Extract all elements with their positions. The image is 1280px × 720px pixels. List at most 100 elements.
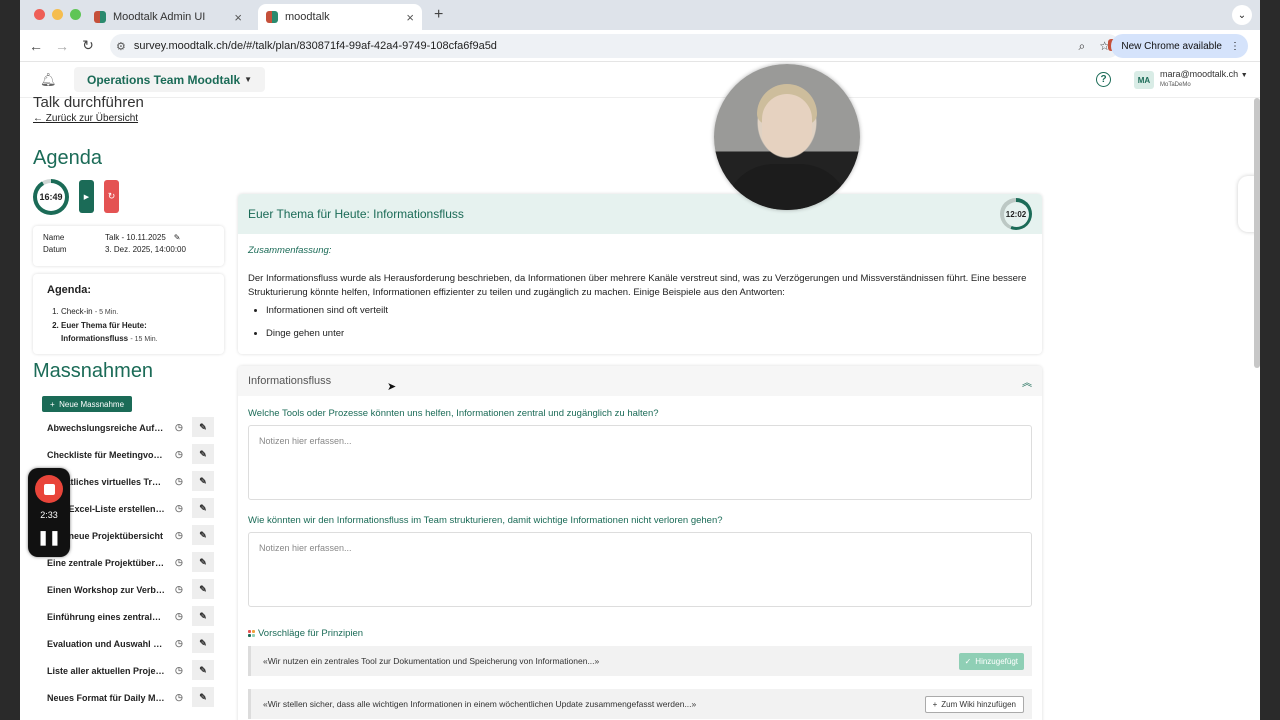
massnahme-item[interactable]: Einführung eines zentralen Tools ◷ ✎ (33, 603, 224, 630)
edit-pencil-icon[interactable]: ✎ (192, 417, 214, 437)
massnahme-title: Checkliste für Meetingvorbereitung (47, 449, 165, 460)
name-label: Name (43, 233, 65, 242)
bell-icon[interactable]: 🔔︎ (40, 72, 57, 88)
browser-window: Moodtalk Admin UI × moodtalk × + ⌄ ← → ↻… (20, 0, 1260, 720)
stop-recording-button[interactable] (35, 475, 63, 503)
summary-text: Der Informationsfluss wurde als Herausfo… (248, 273, 1027, 298)
clock-icon[interactable]: ◷ (175, 584, 183, 595)
clock-icon[interactable]: ◷ (175, 422, 183, 433)
clock-icon[interactable]: ◷ (175, 449, 183, 460)
massnahme-item[interactable]: Checkliste für Meetingvorbereitung ◷ ✎ (33, 441, 224, 468)
reset-button[interactable]: ↻ (104, 180, 119, 213)
add-to-wiki-button[interactable]: + Zum Wiki hinzufügen (924, 695, 1024, 713)
stop-icon (43, 483, 55, 495)
edit-pencil-icon[interactable]: ✎ (192, 552, 214, 572)
added-label: Hinzugefügt (975, 656, 1018, 666)
edit-pencil-icon[interactable]: ✎ (192, 606, 214, 626)
massnahme-title: Neues Format für Daily Meetings (47, 692, 165, 703)
informationsfluss-card: Informationsfluss ︽ Welche Tools oder Pr… (238, 366, 1042, 720)
agenda-heading: Agenda (33, 147, 102, 169)
caret-down-icon: ▼ (1240, 72, 1248, 79)
massnahme-item[interactable]: Evaluation und Auswahl eines Tools ◷ ✎ (33, 630, 224, 657)
mouse-cursor-icon: ➤ (387, 381, 397, 393)
check-icon: ✓ (964, 656, 972, 666)
edit-pencil-icon[interactable]: ✎ (192, 444, 214, 464)
edit-pencil-icon[interactable]: ✎ (192, 687, 214, 707)
zoom-window-button[interactable] (70, 9, 81, 20)
browser-tab-moodtalk[interactable]: moodtalk × (258, 4, 422, 30)
new-tab-icon[interactable]: + (434, 6, 443, 24)
zoom-icon[interactable]: ⌕ (1079, 39, 1086, 54)
notes-input-1[interactable]: Notizen hier erfassen... (248, 425, 1032, 500)
section-header[interactable]: Informationsfluss ︽ (238, 366, 1042, 396)
webcam-video-bubble[interactable] (714, 64, 860, 210)
minimize-window-button[interactable] (52, 9, 63, 20)
address-bar-row: ← → ↻ ⚙ survey.moodtalk.ch/de/#/talk/pla… (20, 30, 1260, 62)
more-menu-icon[interactable]: ⋮ (1230, 41, 1240, 52)
massnahme-item[interactable]: Liste aller aktuellen Projekte ◷ ✎ (33, 657, 224, 684)
forward-arrow-icon[interactable]: → (49, 38, 75, 54)
edit-pencil-icon[interactable]: ✎ (174, 233, 181, 242)
tab-search-icon[interactable]: ⌄ (1232, 5, 1252, 25)
agenda-item[interactable]: Check-in - 5 Min. (61, 305, 210, 319)
examples-list: Informationen sind oft verteilt Dinge ge… (248, 304, 1032, 341)
question-2: Wie könnten wir den Informationsfluss im… (248, 515, 723, 526)
clock-icon[interactable]: ◷ (175, 557, 183, 568)
add-to-wiki-label: Zum Wiki hinzufügen (941, 699, 1016, 709)
clock-icon[interactable]: ◷ (175, 530, 183, 541)
reload-icon[interactable]: ↻ (75, 37, 101, 54)
edit-pencil-icon[interactable]: ✎ (192, 498, 214, 518)
edit-pencil-icon[interactable]: ✎ (192, 579, 214, 599)
massnahme-item[interactable]: Einen Workshop zur Verbesserung ◷ ✎ (33, 576, 224, 603)
added-button[interactable]: ✓ Hinzugefügt (958, 652, 1024, 670)
theme-timer: 12:02 (1000, 198, 1032, 230)
suggestion-item: «Wir stellen sicher, dass alle wichtigen… (248, 689, 1032, 719)
agenda-item-label: Check-in (61, 307, 93, 316)
agenda-list: Check-in - 5 Min. Euer Thema für Heute: … (47, 305, 210, 346)
chevron-up-icon[interactable]: ︽ (1022, 374, 1032, 389)
edit-pencil-icon[interactable]: ✎ (192, 633, 214, 653)
theme-body: Zusammenfassung: Der Informationsfluss w… (238, 234, 1042, 354)
user-avatar[interactable]: MA (1134, 71, 1154, 89)
massnahme-title: Abwechslungsreiche Aufgaben (47, 422, 165, 433)
url-bar[interactable]: ⚙ survey.moodtalk.ch/de/#/talk/plan/8308… (110, 34, 1120, 58)
webcam-face (762, 94, 812, 156)
edit-pencil-icon[interactable]: ✎ (192, 660, 214, 680)
agenda-timer-text: 16:49 (37, 183, 65, 211)
team-dropdown[interactable]: Operations Team Moodtalk ▼ (74, 67, 266, 92)
new-chrome-available-button[interactable]: New Chrome available ⋮ (1111, 34, 1248, 58)
suggestion-text: «Wir nutzen ein zentrales Tool zur Dokum… (263, 656, 600, 666)
help-icon[interactable]: ? (1096, 72, 1111, 87)
edit-pencil-icon[interactable]: ✎ (192, 525, 214, 545)
clock-icon[interactable]: ◷ (175, 611, 183, 622)
clock-icon[interactable]: ◷ (175, 638, 183, 649)
massnahme-title: Evaluation und Auswahl eines Tools (47, 638, 165, 649)
massnahme-item[interactable]: Abwechslungsreiche Aufgaben ◷ ✎ (33, 414, 224, 441)
site-settings-icon[interactable]: ⚙ (116, 40, 126, 53)
edit-pencil-icon[interactable]: ✎ (192, 471, 214, 491)
close-window-button[interactable] (34, 9, 45, 20)
clock-icon[interactable]: ◷ (175, 665, 183, 676)
notes-input-2[interactable]: Notizen hier erfassen... (248, 532, 1032, 607)
recording-time: 2:33 (40, 510, 58, 520)
theme-header: Euer Thema für Heute: Informationsfluss … (238, 194, 1042, 234)
screen-recorder-widget: 2:33 ❚❚ (28, 468, 70, 557)
massnahme-item[interactable]: Neues Format für Daily Meetings ◷ ✎ (33, 684, 224, 711)
scrollbar[interactable] (1254, 98, 1260, 368)
tab-close-icon[interactable]: × (234, 10, 242, 25)
clock-icon[interactable]: ◷ (175, 476, 183, 487)
back-arrow-icon[interactable]: ← (23, 38, 49, 54)
app-header: 🔔︎ Operations Team Moodtalk ▼ ? MA mara@… (20, 62, 1260, 98)
back-link[interactable]: ← Zurück zur Übersicht (33, 113, 138, 124)
browser-tab-admin[interactable]: Moodtalk Admin UI × (86, 4, 250, 30)
clock-icon[interactable]: ◷ (175, 503, 183, 514)
agenda-item[interactable]: Euer Thema für Heute: Informationsfluss … (61, 319, 210, 346)
play-button[interactable]: ▶ (79, 180, 94, 213)
clock-icon[interactable]: ◷ (175, 692, 183, 703)
page-title: Talk durchführen (33, 94, 144, 111)
tab-close-icon[interactable]: × (406, 10, 414, 25)
pause-recording-button[interactable]: ❚❚ (28, 529, 70, 546)
new-massnahme-button[interactable]: + Neue Massnahme (42, 396, 133, 412)
user-email[interactable]: mara@moodtalk.ch ▼ (1160, 69, 1248, 79)
section-title: Informationsfluss (248, 375, 332, 387)
